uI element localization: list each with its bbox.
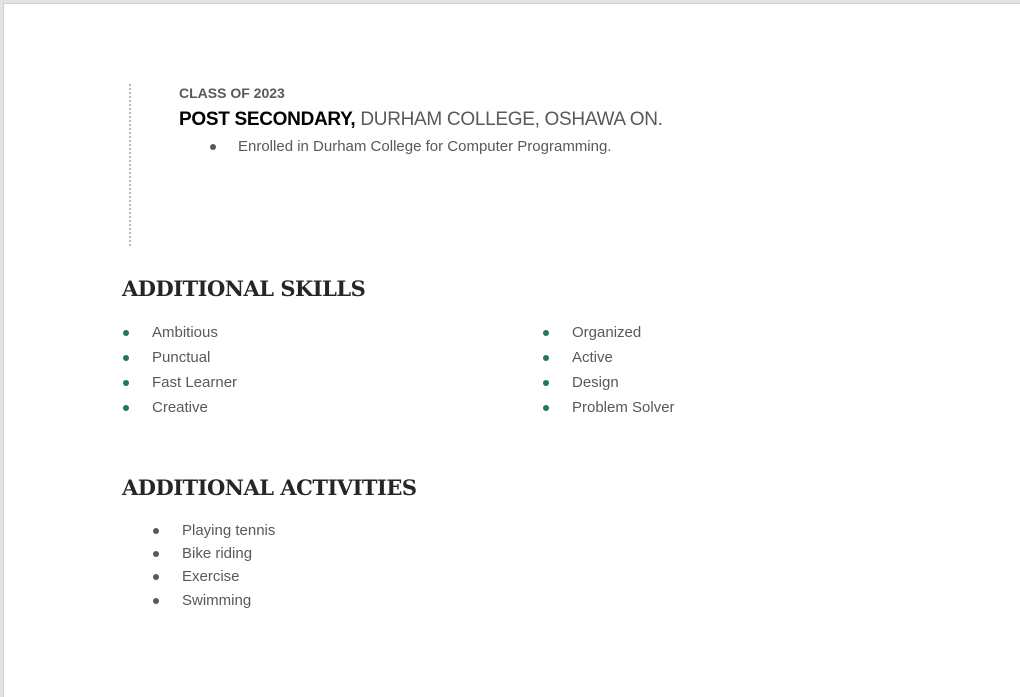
bullet-icon — [153, 528, 159, 534]
degree-title: POST SECONDARY, — [179, 109, 356, 130]
bullet-icon — [543, 405, 549, 411]
skills-heading: ADDITIONAL SKILLS — [122, 276, 366, 301]
bullet-icon — [153, 574, 159, 580]
bullet-icon — [123, 330, 129, 336]
list-item: Exercise — [182, 568, 240, 585]
bullet-icon — [543, 330, 549, 336]
bullet-icon — [123, 405, 129, 411]
list-item: Design — [572, 374, 619, 391]
list-item: Fast Learner — [152, 374, 238, 391]
degree-line: POST SECONDARY, DURHAM COLLEGE, OSHAWA O… — [179, 109, 663, 131]
list-item: Punctual — [152, 349, 211, 366]
bullet-icon — [543, 380, 549, 386]
list-item: Bike riding — [182, 545, 253, 562]
document-page: CLASS OF 2023 POST SECONDARY, DURHAM COL… — [3, 3, 1020, 697]
bullet-icon — [543, 355, 549, 361]
school-name: DURHAM COLLEGE, OSHAWA ON. — [355, 109, 663, 130]
list-item: Ambitious — [152, 324, 218, 341]
education-bullet: Enrolled in Durham College for Computer … — [238, 138, 612, 155]
list-item: Organized — [572, 324, 642, 341]
bullet-icon — [153, 551, 159, 557]
list-item: Active — [572, 349, 613, 366]
bullet-icon — [153, 598, 159, 604]
bullet-icon — [123, 355, 129, 361]
list-item: Playing tennis — [182, 522, 276, 539]
activities-heading: ADDITIONAL ACTIVITIES — [122, 475, 417, 500]
class-of-label: CLASS OF 2023 — [179, 85, 285, 101]
list-item: Problem Solver — [572, 399, 675, 416]
section-divider — [129, 84, 131, 246]
list-item: Swimming — [182, 592, 252, 609]
bullet-icon — [123, 380, 129, 386]
list-item: Creative — [152, 399, 208, 416]
bullet-icon — [210, 144, 216, 150]
